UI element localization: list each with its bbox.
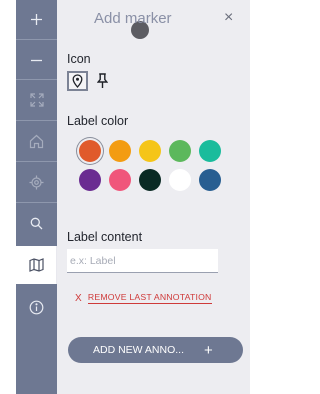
icon-option-pushpin[interactable] [92, 71, 113, 91]
search-button[interactable] [16, 204, 57, 242]
color-swatch[interactable] [169, 140, 191, 162]
pushpin-icon [97, 73, 108, 88]
label-color-heading: Label color [67, 114, 129, 128]
color-swatch[interactable] [139, 169, 161, 191]
icon-section-label: Icon [67, 52, 91, 66]
map-annotation-button[interactable] [16, 246, 57, 284]
color-swatch[interactable] [199, 169, 221, 191]
plus-icon: + [204, 341, 213, 359]
minus-icon [31, 59, 42, 61]
map-icon [28, 258, 44, 272]
color-swatch[interactable] [79, 169, 101, 191]
fullscreen-icon [29, 93, 44, 107]
map-controls-rail [16, 0, 57, 394]
remove-x-icon: X [75, 292, 82, 304]
icon-option-map-pin[interactable] [67, 71, 88, 91]
color-swatch[interactable] [109, 140, 131, 162]
search-icon [30, 217, 43, 229]
map-pin-icon [72, 74, 83, 88]
color-swatch[interactable] [169, 169, 191, 191]
plus-icon [31, 13, 42, 25]
add-marker-panel: Add marker × Icon Label color Label cont… [57, 0, 250, 394]
color-swatch[interactable] [199, 140, 221, 162]
add-button-label: ADD NEW ANNO... [93, 344, 185, 356]
rail-divider [16, 202, 57, 203]
color-swatch[interactable] [109, 169, 131, 191]
remove-last-annotation-link[interactable]: X REMOVE LAST ANNOTATION [75, 292, 212, 304]
home-icon [29, 134, 44, 148]
panel-title: Add marker [94, 10, 172, 27]
rail-divider [16, 120, 57, 121]
label-content-input[interactable] [67, 249, 218, 273]
rail-divider [16, 39, 57, 40]
rail-divider [16, 161, 57, 162]
locate-button[interactable] [16, 163, 57, 201]
home-button[interactable] [16, 122, 57, 160]
color-swatch[interactable] [79, 140, 101, 162]
locate-icon [29, 175, 44, 189]
color-swatch[interactable] [139, 140, 161, 162]
fullscreen-button[interactable] [16, 81, 57, 119]
label-content-heading: Label content [67, 230, 143, 244]
zoom-out-button[interactable] [16, 41, 57, 79]
info-button[interactable] [16, 288, 57, 326]
info-icon [29, 300, 44, 314]
close-button[interactable]: × [224, 9, 233, 27]
add-new-annotation-button[interactable]: ADD NEW ANNO... + [68, 337, 243, 363]
zoom-in-button[interactable] [16, 0, 57, 38]
rail-divider [16, 79, 57, 80]
remove-last-annotation-label: REMOVE LAST ANNOTATION [87, 292, 212, 304]
